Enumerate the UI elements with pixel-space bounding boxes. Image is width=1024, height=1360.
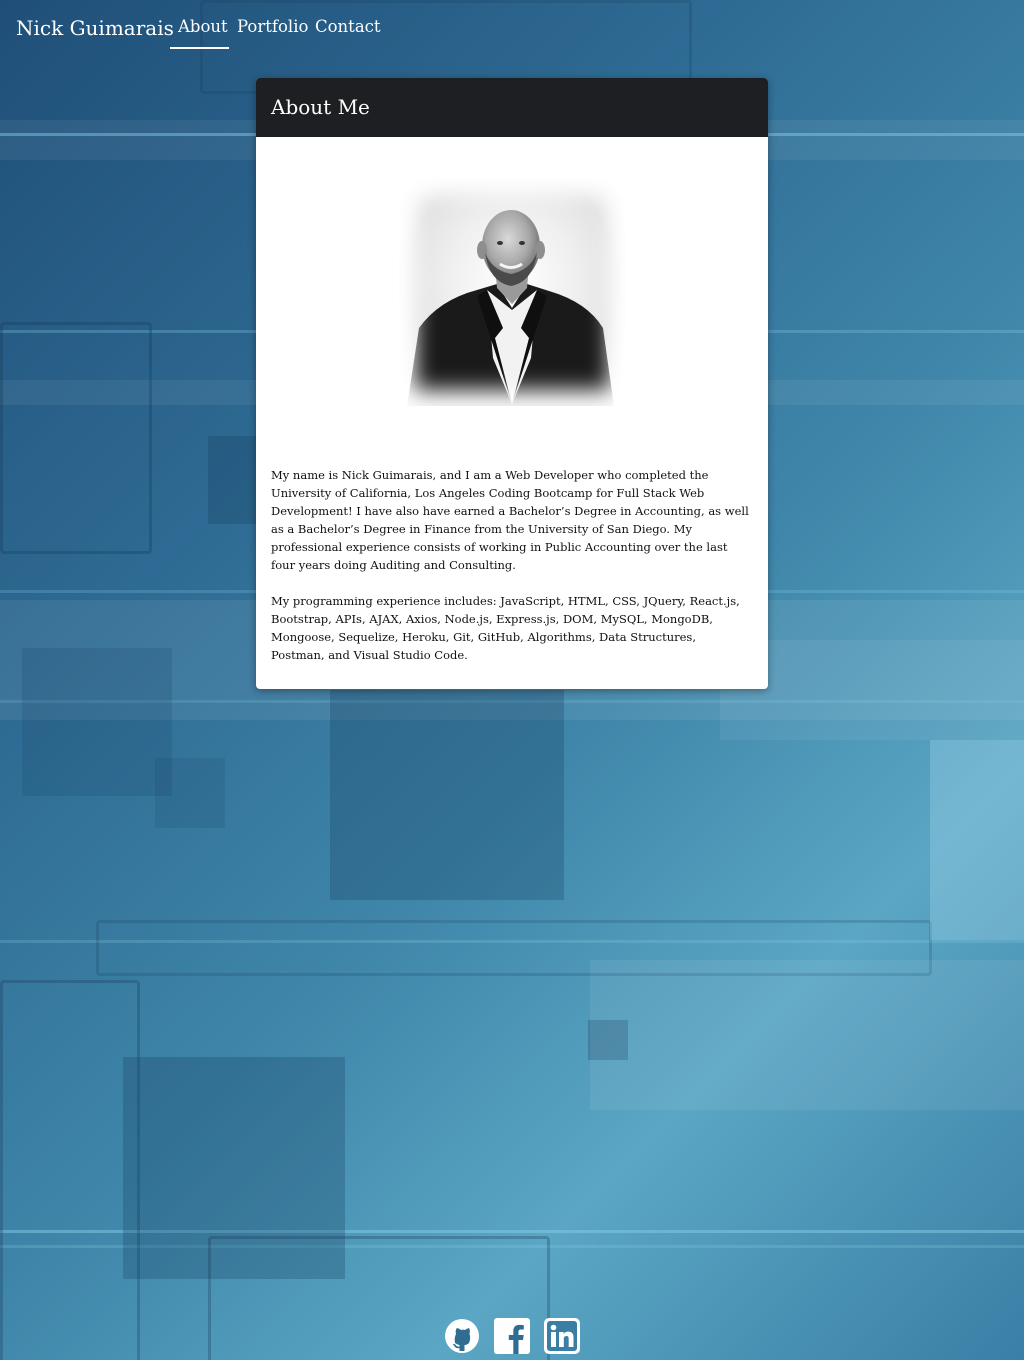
nav-link-about[interactable]: About [178,17,228,36]
facebook-icon[interactable] [494,1318,530,1354]
about-paragraph-bio: My name is Nick Guimarais, and I am a We… [271,468,749,572]
about-card: About Me My name is Nick Guimarais, and … [256,78,768,689]
top-navbar: Nick Guimarais About Portfolio Contact [0,0,1024,60]
brand-name[interactable]: Nick Guimarais [16,16,174,40]
active-tab-indicator [170,47,229,49]
profile-photo [399,178,626,406]
linkedin-icon[interactable] [544,1318,580,1354]
card-title: About Me [256,78,768,137]
about-paragraph-skills: My programming experience includes: Java… [271,594,740,662]
nav-link-portfolio[interactable]: Portfolio [237,17,308,36]
social-links [444,1318,584,1358]
nav-link-contact[interactable]: Contact [315,17,381,36]
github-icon[interactable] [444,1318,480,1354]
